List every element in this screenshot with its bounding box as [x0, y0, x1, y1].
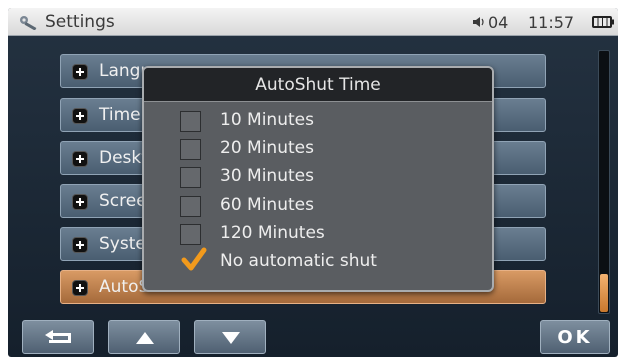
- option-label: 120 Minutes: [220, 223, 325, 243]
- option-30-minutes[interactable]: 30 Minutes: [180, 166, 480, 190]
- speaker-icon: [473, 17, 484, 27]
- option-10-minutes[interactable]: 10 Minutes: [180, 110, 480, 134]
- option-120-minutes[interactable]: 120 Minutes: [180, 223, 480, 247]
- checkbox[interactable]: [180, 224, 201, 245]
- menu-item-label: Time: [99, 105, 141, 125]
- dialog-title: AutoShut Time: [144, 68, 492, 102]
- up-button[interactable]: [108, 320, 180, 354]
- option-label: 60 Minutes: [220, 195, 314, 215]
- checkmark-icon[interactable]: [181, 247, 207, 273]
- autoshut-dialog: AutoShut Time 10 Minutes 20 Minutes 30 M…: [142, 66, 494, 292]
- option-label: 10 Minutes: [220, 110, 314, 130]
- device-screen: Settings 04 11:57 Language Time Desktop: [8, 8, 618, 357]
- option-20-minutes[interactable]: 20 Minutes: [180, 138, 480, 162]
- clock: 11:57: [528, 13, 575, 32]
- expand-plus-icon: [72, 280, 88, 296]
- volume-level: 04: [488, 13, 509, 32]
- expand-plus-icon: [72, 64, 88, 80]
- expand-plus-icon: [72, 194, 88, 210]
- option-label: No automatic shut: [220, 251, 377, 271]
- back-arrow-icon: [45, 330, 71, 343]
- option-label: 30 Minutes: [220, 166, 314, 186]
- option-label: 20 Minutes: [220, 138, 314, 158]
- option-60-minutes[interactable]: 60 Minutes: [180, 195, 480, 219]
- status-bar: Settings 04 11:57: [8, 8, 618, 36]
- checkbox[interactable]: [180, 139, 201, 160]
- back-button[interactable]: [22, 320, 94, 354]
- expand-plus-icon: [72, 151, 88, 167]
- scrollbar-thumb[interactable]: [600, 274, 608, 312]
- up-triangle-icon: [136, 332, 154, 344]
- battery-icon: [592, 16, 614, 28]
- expand-plus-icon: [72, 237, 88, 253]
- checkbox[interactable]: [180, 111, 201, 132]
- ok-button[interactable]: OK: [540, 320, 610, 354]
- down-triangle-icon: [222, 332, 240, 344]
- option-no-automatic-shut[interactable]: No automatic shut: [180, 247, 480, 275]
- wrench-gear-icon: [20, 16, 37, 30]
- checkbox[interactable]: [180, 167, 201, 188]
- down-button[interactable]: [194, 320, 266, 354]
- scrollbar[interactable]: [598, 50, 610, 314]
- checkbox[interactable]: [180, 196, 201, 217]
- ok-label: OK: [557, 327, 593, 348]
- app-title: Settings: [45, 12, 115, 32]
- expand-plus-icon: [72, 108, 88, 124]
